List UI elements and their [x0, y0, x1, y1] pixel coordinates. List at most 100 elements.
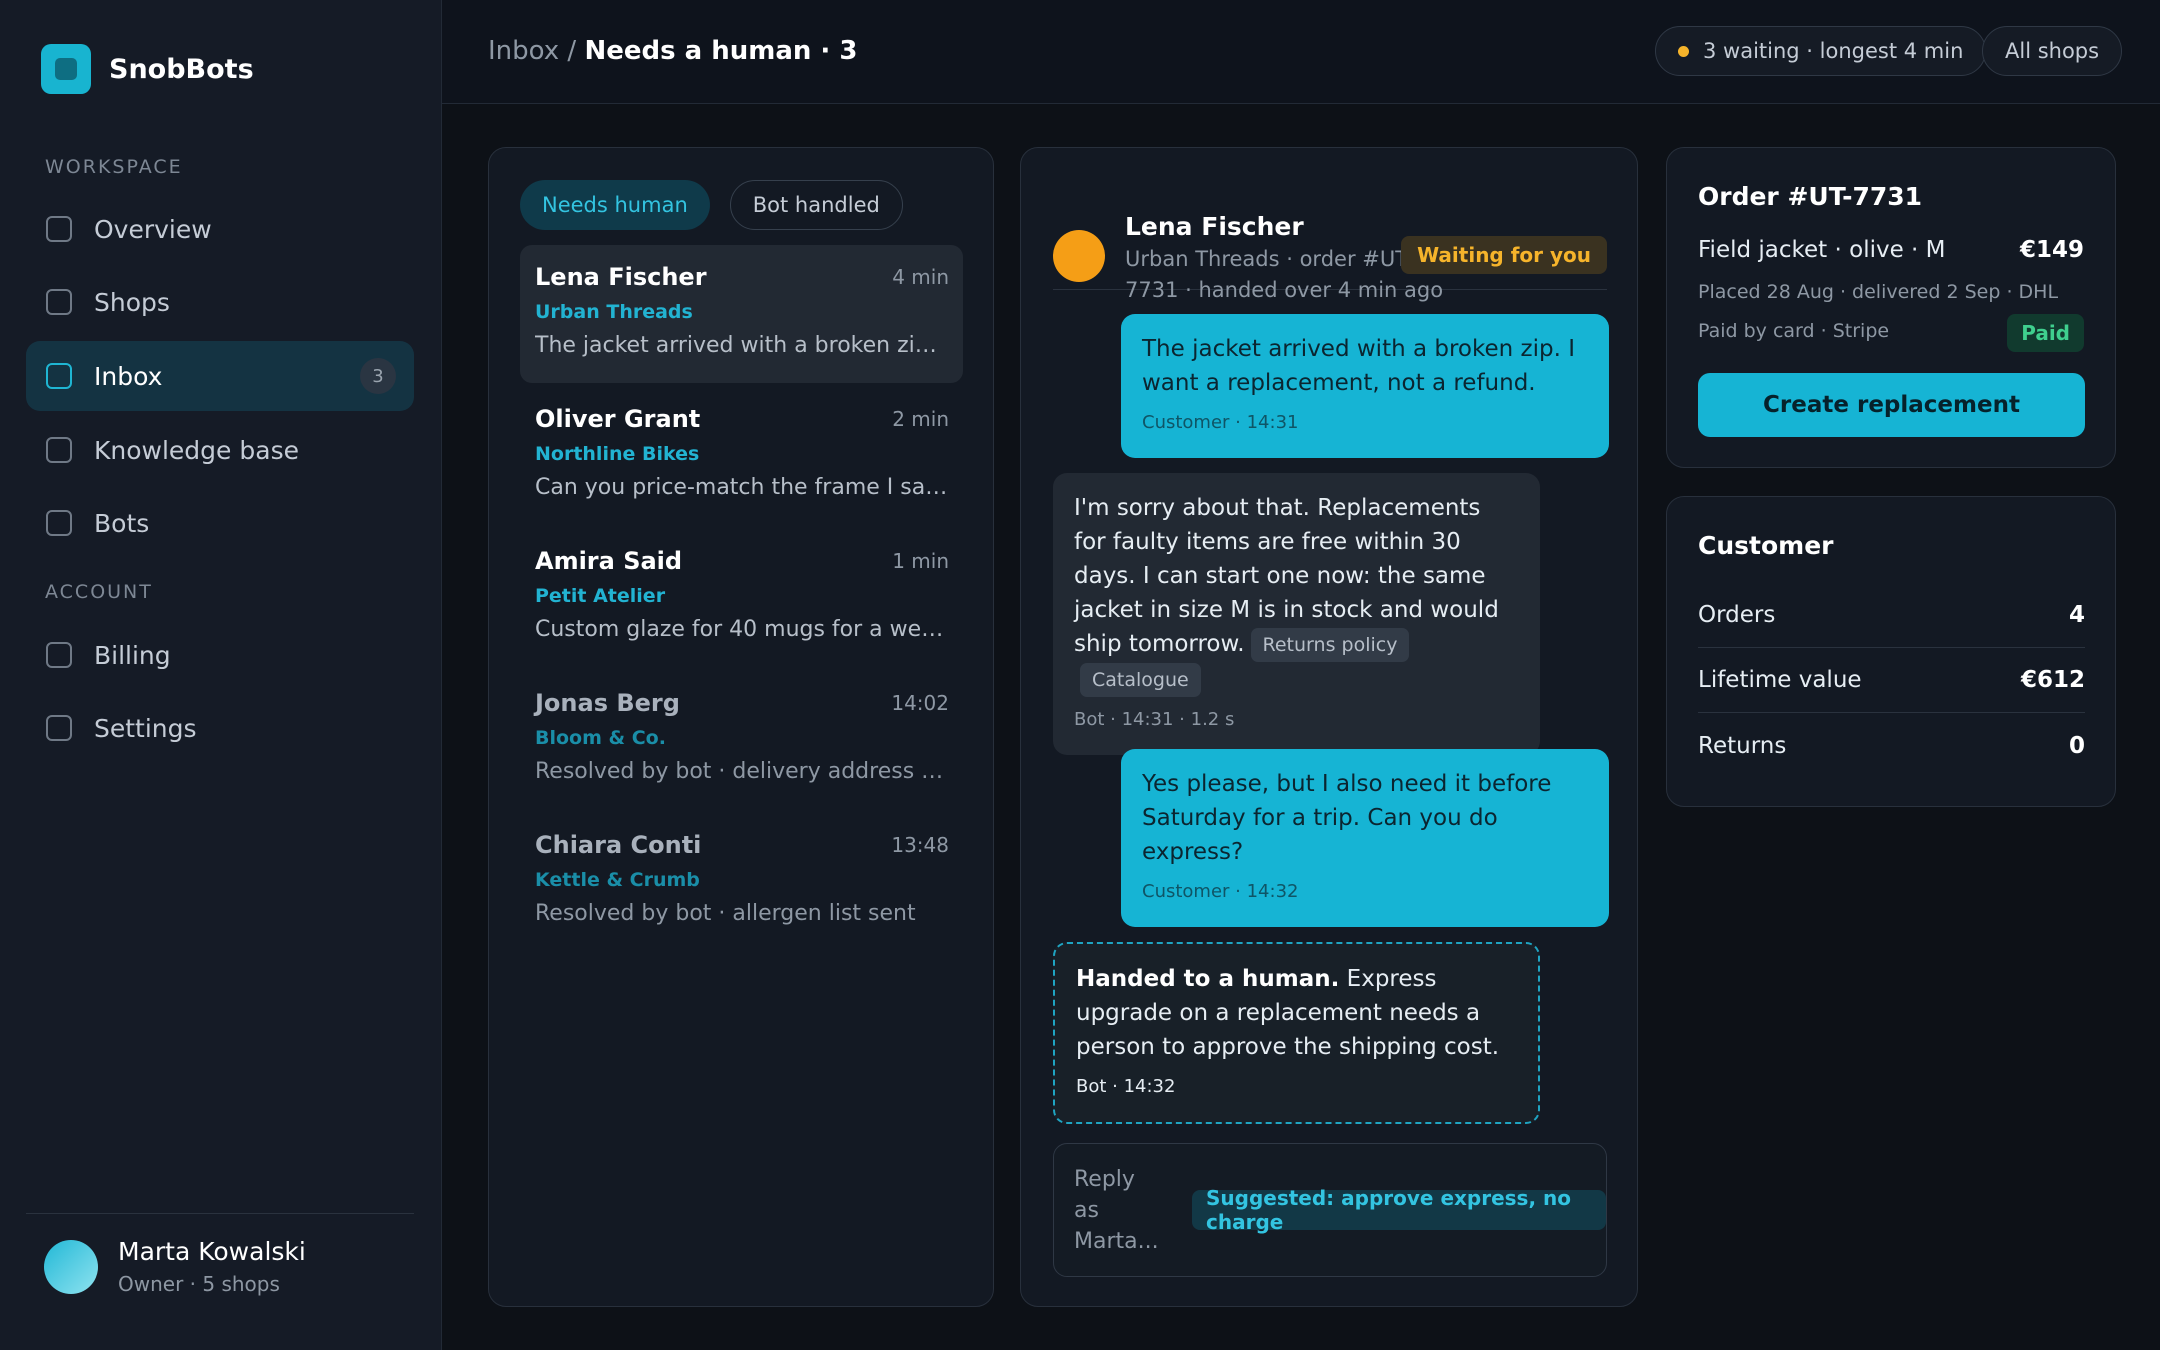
customer-message: Yes please, but I also need it before Sa… [1121, 749, 1609, 927]
status-dot-icon [1678, 45, 1689, 57]
sidebar-item-billing[interactable]: Billing [26, 620, 414, 690]
brand[interactable]: SnobBots [41, 44, 254, 94]
conversation-snippet: Resolved by bot · delivery address chang… [535, 759, 948, 784]
customer-card: Customer Orders 4 Lifetime value €612 Re… [1666, 496, 2116, 807]
source-chip-returns-policy[interactable]: Returns policy [1250, 628, 1410, 662]
order-card: Order #UT-7731 Field jacket · olive · M … [1666, 147, 2116, 468]
shop-filter-button[interactable]: All shops [1982, 26, 2123, 76]
conversation-name: Oliver Grant [535, 405, 701, 433]
stat-returns: Returns 0 [1698, 713, 2085, 778]
conversation-time: 1 min [892, 549, 949, 573]
reply-input[interactable] [1074, 1164, 1164, 1260]
sidebar-item-label: Billing [94, 640, 171, 670]
breadcrumb-parent[interactable]: Inbox [488, 36, 559, 66]
conversation-list-panel: Needs human Bot handled Lena Fischer 4 m… [488, 147, 994, 1307]
conversation-shop: Kettle & Crumb [535, 869, 700, 891]
chat-contact-name: Lena Fischer [1125, 212, 1304, 241]
checkbox-icon [46, 363, 72, 389]
avatar [1053, 230, 1105, 282]
stat-label: Returns [1698, 732, 1787, 759]
list-item[interactable]: Lena Fischer 4 min Urban Threads The jac… [520, 245, 963, 383]
stat-value: 0 [2068, 732, 2085, 759]
conversation-name: Lena Fischer [535, 263, 707, 291]
sidebar-item-label: Knowledge base [94, 435, 299, 465]
stat-label: Lifetime value [1698, 667, 1862, 693]
conversation-name: Amira Said [535, 547, 683, 575]
sidebar-item-inbox[interactable]: Inbox 3 [26, 341, 414, 411]
message-text: The jacket arrived with a broken zip. I … [1142, 336, 1576, 396]
queue-status-pill[interactable]: 3 waiting · longest 4 min [1655, 26, 1987, 76]
source-chip-catalogue[interactable]: Catalogue [1080, 663, 1201, 697]
conversation-name: Chiara Conti [535, 831, 702, 859]
list-item[interactable]: Amira Said 1 min Petit Atelier Custom gl… [520, 529, 963, 667]
order-delivery: Placed 28 Aug · delivered 2 Sep · DHL [1698, 281, 2059, 303]
customer-title: Customer [1698, 531, 1834, 560]
top-bar: Inbox / Needs a human · 3 3 waiting · lo… [442, 0, 2160, 104]
user-role: Owner · 5 shops [118, 1272, 280, 1296]
user-profile[interactable]: Marta Kowalski Owner · 5 shops [44, 1237, 306, 1296]
conversation-time: 4 min [892, 265, 949, 289]
customer-message: The jacket arrived with a broken zip. I … [1121, 314, 1609, 458]
sidebar-item-label: Bots [94, 508, 150, 538]
checkbox-icon [46, 642, 72, 668]
conversation-time: 2 min [892, 407, 949, 431]
conversation-name: Jonas Berg [535, 689, 680, 717]
inbox-count-badge: 3 [360, 358, 396, 394]
sidebar-divider [26, 1213, 414, 1214]
conversation-snippet: The jacket arrived with a broken zip, I … [535, 333, 948, 358]
breadcrumb: Inbox / Needs a human · 3 [488, 36, 857, 66]
section-label-workspace: WORKSPACE [45, 156, 183, 178]
stat-orders: Orders 4 [1698, 583, 2085, 648]
create-replacement-button[interactable]: Create replacement [1698, 373, 2085, 437]
order-title: Order #UT-7731 [1698, 182, 1923, 211]
page-title: Needs a human · 3 [584, 36, 858, 66]
paid-badge: Paid [2007, 314, 2084, 352]
chat-header: Lena Fischer Urban Threads · order #UT-7… [1053, 180, 1607, 302]
sidebar-item-knowledge-base[interactable]: Knowledge base [26, 415, 414, 485]
sidebar-item-label: Inbox [94, 361, 163, 391]
message-text: Yes please, but I also need it before Sa… [1142, 771, 1552, 865]
stat-lifetime-value: Lifetime value €612 [1698, 648, 2085, 713]
stat-value: 4 [2068, 602, 2085, 628]
breadcrumb-separator: / [567, 36, 577, 66]
message-text: I'm sorry about that. Replacements for f… [1074, 491, 1519, 697]
avatar [44, 1239, 98, 1294]
stat-value: €612 [2020, 667, 2085, 693]
message-meta: Customer · 14:31 [1142, 412, 1299, 433]
order-item: Field jacket · olive · M [1698, 237, 1946, 263]
user-name: Marta Kowalski [118, 1237, 306, 1266]
sidebar-item-label: Overview [94, 214, 212, 244]
list-item[interactable]: Jonas Berg 14:02 Bloom & Co. Resolved by… [520, 671, 963, 809]
logo-icon [41, 44, 91, 94]
sidebar-item-shops[interactable]: Shops [26, 267, 414, 337]
queue-status-text: 3 waiting · longest 4 min [1703, 39, 1964, 63]
list-tabs: Needs human Bot handled [520, 180, 903, 230]
list-item[interactable]: Chiara Conti 13:48 Kettle & Crumb Resolv… [520, 813, 963, 951]
status-badge: Waiting for you [1401, 236, 1607, 274]
tab-needs-human[interactable]: Needs human [520, 180, 710, 230]
sidebar-item-overview[interactable]: Overview [26, 194, 414, 264]
checkbox-icon [46, 510, 72, 536]
handoff-message: Handed to a human. Express upgrade on a … [1053, 942, 1540, 1124]
tab-bot-handled[interactable]: Bot handled [729, 180, 903, 230]
conversation-shop: Petit Atelier [535, 585, 666, 607]
sidebar-item-label: Settings [94, 713, 197, 743]
sidebar-item-bots[interactable]: Bots [26, 488, 414, 558]
reply-box: Suggested: approve express, no charge [1053, 1143, 1607, 1277]
order-price: €149 [2019, 237, 2084, 263]
suggested-reply-chip[interactable]: Suggested: approve express, no charge [1192, 1186, 1606, 1234]
sidebar-item-settings[interactable]: Settings [26, 693, 414, 763]
stat-label: Orders [1698, 602, 1776, 628]
message-text: Handed to a human. Express upgrade on a … [1076, 962, 1517, 1064]
conversation-time: 13:48 [891, 833, 949, 857]
bot-message: I'm sorry about that. Replacements for f… [1053, 473, 1540, 755]
checkbox-icon [46, 437, 72, 463]
message-meta: Bot · 14:32 [1076, 1076, 1176, 1097]
list-item[interactable]: Oliver Grant 2 min Northline Bikes Can y… [520, 387, 963, 525]
checkbox-icon [46, 289, 72, 315]
order-payment: Paid by card · Stripe [1698, 320, 1890, 342]
chat-meta: Urban Threads · order #UT-7731 · handed … [1125, 247, 1444, 302]
conversation-snippet: Custom glaze for 40 mugs for a wedding o… [535, 617, 948, 642]
conversation-snippet: Resolved by bot · allergen list sent [535, 901, 916, 926]
conversation-shop: Bloom & Co. [535, 727, 666, 749]
